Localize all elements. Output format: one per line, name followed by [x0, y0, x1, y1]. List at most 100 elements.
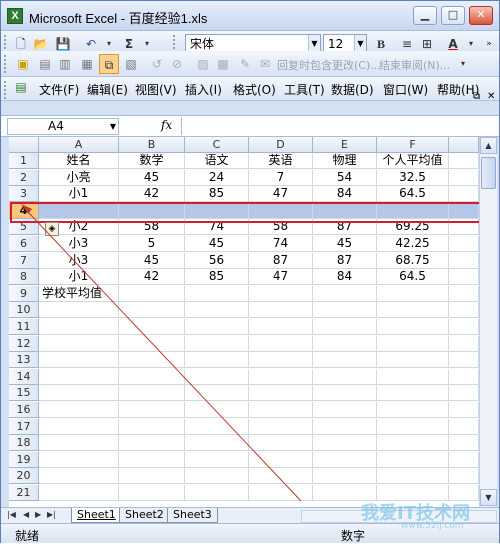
cell-D16[interactable]	[249, 402, 313, 418]
cell-G9[interactable]	[449, 285, 479, 302]
cell-C17[interactable]	[185, 418, 249, 435]
cell-E11[interactable]	[313, 319, 377, 335]
cell-B9[interactable]	[119, 285, 185, 302]
cell-D10[interactable]	[249, 302, 313, 319]
cell-A18[interactable]	[39, 435, 119, 452]
cell-C15[interactable]	[185, 385, 249, 402]
cell-D20[interactable]	[249, 468, 313, 485]
cell-F8[interactable]: 64.5	[377, 269, 449, 286]
cell-F10[interactable]	[377, 302, 449, 319]
cell-F15[interactable]	[377, 385, 449, 402]
cell-C14[interactable]	[185, 368, 249, 385]
row-header-13[interactable]: 13	[9, 352, 39, 369]
document-icon[interactable]: ▤	[11, 77, 31, 97]
cell-E20[interactable]	[313, 468, 377, 485]
scroll-down-icon[interactable]: ▼	[480, 489, 497, 506]
sheet-tab-3[interactable]: Sheet3	[167, 508, 218, 523]
cell-D12[interactable]	[249, 335, 313, 352]
cell-F19[interactable]	[377, 451, 449, 468]
cell-F7[interactable]: 68.75	[377, 252, 449, 269]
cell-E3[interactable]: 84	[313, 186, 377, 203]
cell-B10[interactable]	[119, 302, 185, 319]
cell-G20[interactable]	[449, 468, 479, 485]
prev-sheet-icon[interactable]: ◀	[23, 510, 29, 519]
row-header-10[interactable]: 10	[9, 302, 39, 319]
row-header-6[interactable]: 6	[9, 236, 39, 252]
cell-F17[interactable]	[377, 418, 449, 435]
cell-C6[interactable]: 45	[185, 236, 249, 252]
row-header-7[interactable]: 7	[9, 252, 39, 269]
row-header-20[interactable]: 20	[9, 468, 39, 485]
cell-A17[interactable]	[39, 418, 119, 435]
cell-E12[interactable]	[313, 335, 377, 352]
cell-G8[interactable]	[449, 269, 479, 286]
column-header-c[interactable]: C	[185, 137, 249, 153]
cell-E1[interactable]: 物理	[313, 153, 377, 169]
cell-G19[interactable]	[449, 451, 479, 468]
column-header-f[interactable]: F	[377, 137, 449, 153]
menu-window[interactable]: 窗口(W)	[383, 81, 428, 98]
cell-D17[interactable]	[249, 418, 313, 435]
last-sheet-icon[interactable]: ▶|	[47, 510, 56, 519]
cell-G11[interactable]	[449, 319, 479, 335]
cell-D8[interactable]: 47	[249, 269, 313, 286]
cell-A10[interactable]	[39, 302, 119, 319]
cell-A8[interactable]: 小1	[39, 269, 119, 286]
scroll-thumb[interactable]	[481, 157, 496, 189]
row-header-19[interactable]: 19	[9, 451, 39, 468]
cell-D15[interactable]	[249, 385, 313, 402]
cell-E17[interactable]	[313, 418, 377, 435]
cell-E10[interactable]	[313, 302, 377, 319]
cell-E16[interactable]	[313, 402, 377, 418]
cell-F3[interactable]: 64.5	[377, 186, 449, 203]
cell-F1[interactable]: 个人平均值	[377, 153, 449, 169]
menu-view[interactable]: 视图(V)	[135, 81, 177, 98]
first-sheet-icon[interactable]: |◀	[7, 510, 16, 519]
cell-G7[interactable]	[449, 252, 479, 269]
row-header-11[interactable]: 11	[9, 319, 39, 335]
row-header-12[interactable]: 12	[9, 335, 39, 352]
cell-F11[interactable]	[377, 319, 449, 335]
cell-E19[interactable]	[313, 451, 377, 468]
cell-G3[interactable]	[449, 186, 479, 203]
cell-E6[interactable]: 45	[313, 236, 377, 252]
cell-B7[interactable]: 45	[119, 252, 185, 269]
chevron-down-icon[interactable]: ▼	[110, 119, 116, 134]
menu-edit[interactable]: 编辑(E)	[87, 81, 128, 98]
cell-B8[interactable]: 42	[119, 269, 185, 286]
cell-C13[interactable]	[185, 352, 249, 369]
cell-F16[interactable]	[377, 402, 449, 418]
cell-B1[interactable]: 数学	[119, 153, 185, 169]
review-icon[interactable]: ▣	[13, 54, 33, 74]
row-header-15[interactable]: 15	[9, 385, 39, 402]
cell-B17[interactable]	[119, 418, 185, 435]
cell-D13[interactable]	[249, 352, 313, 369]
cell-B18[interactable]	[119, 435, 185, 452]
row-header-9[interactable]: 9	[9, 285, 39, 302]
cell-A1[interactable]: 姓名	[39, 153, 119, 169]
column-header-e[interactable]: E	[313, 137, 377, 153]
cell-G12[interactable]	[449, 335, 479, 352]
cell-D2[interactable]: 7	[249, 169, 313, 186]
cell-G1[interactable]	[449, 153, 479, 169]
menu-data[interactable]: 数据(D)	[331, 81, 374, 98]
next-sheet-icon[interactable]: ▶	[35, 510, 41, 519]
cell-D7[interactable]: 87	[249, 252, 313, 269]
cell-B14[interactable]	[119, 368, 185, 385]
row-header-1[interactable]: 1	[9, 153, 39, 169]
formula-input[interactable]	[181, 117, 497, 135]
review-active-icon[interactable]: ⧉	[99, 54, 119, 74]
cell-C19[interactable]	[185, 451, 249, 468]
cell-F12[interactable]	[377, 335, 449, 352]
cell-B13[interactable]	[119, 352, 185, 369]
cell-C16[interactable]	[185, 402, 249, 418]
cell-C11[interactable]	[185, 319, 249, 335]
cell-G6[interactable]	[449, 236, 479, 252]
cell-G17[interactable]	[449, 418, 479, 435]
row-header-2[interactable]: 2	[9, 169, 39, 186]
cell-E7[interactable]: 87	[313, 252, 377, 269]
cell-G2[interactable]	[449, 169, 479, 186]
menu-file[interactable]: 文件(F)	[39, 81, 79, 98]
cell-C10[interactable]	[185, 302, 249, 319]
cell-B12[interactable]	[119, 335, 185, 352]
